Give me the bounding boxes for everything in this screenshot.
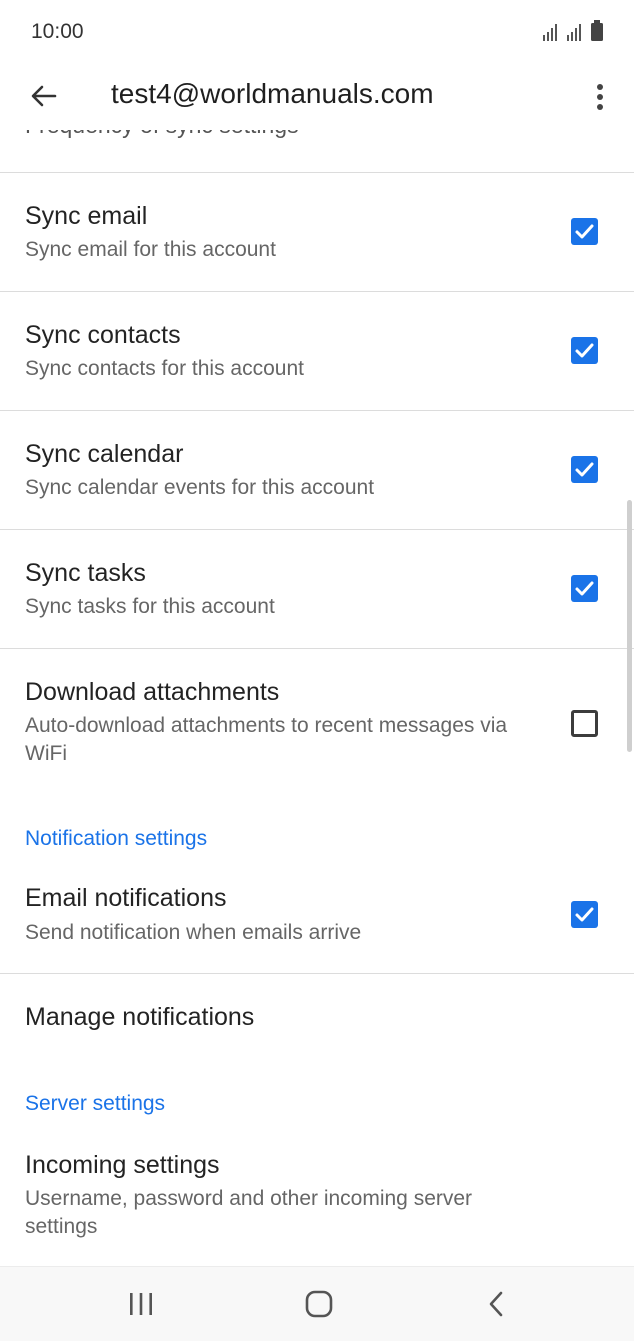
- previous-item-text: Frequency of sync settings: [25, 130, 299, 139]
- home-icon[interactable]: [304, 1289, 334, 1319]
- item-subtitle: Sync email for this account: [25, 238, 276, 261]
- checkbox-checked-icon[interactable]: [571, 901, 598, 928]
- checkbox-checked-icon[interactable]: [571, 337, 598, 364]
- server-settings-header: Server settings: [25, 1092, 166, 1115]
- download-attachments-item[interactable]: Download attachments Auto-download attac…: [0, 648, 634, 780]
- signal-icon: [543, 24, 557, 41]
- app-bar: test4@worldmanuals.com: [0, 64, 634, 130]
- email-notifications-item[interactable]: Email notifications Send notification wh…: [0, 856, 634, 973]
- navigation-bar: [0, 1266, 634, 1341]
- manage-notifications-item[interactable]: Manage notifications: [0, 973, 634, 1073]
- checkbox-unchecked-icon[interactable]: [571, 710, 598, 737]
- item-title: Manage notifications: [25, 1003, 255, 1031]
- sync-tasks-item[interactable]: Sync tasks Sync tasks for this account: [0, 529, 634, 648]
- item-subtitle: Sync tasks for this account: [25, 595, 275, 618]
- arrow-back-icon[interactable]: [28, 80, 60, 112]
- item-subtitle: Username, password and other incoming se…: [25, 1187, 473, 1238]
- sync-calendar-item[interactable]: Sync calendar Sync calendar events for t…: [0, 410, 634, 529]
- recents-icon[interactable]: [127, 1291, 155, 1317]
- checkbox-checked-icon[interactable]: [571, 218, 598, 245]
- item-title: Sync email: [25, 202, 148, 230]
- item-subtitle: Sync contacts for this account: [25, 357, 304, 380]
- item-subtitle: Send notification when emails arrive: [25, 921, 362, 944]
- settings-list[interactable]: Frequency of sync settings Sync email Sy…: [0, 130, 634, 1266]
- sync-contacts-item[interactable]: Sync contacts Sync contacts for this acc…: [0, 291, 634, 410]
- system-icons: [542, 20, 604, 42]
- item-title: Email notifications: [25, 884, 227, 912]
- item-title: Download attachments: [25, 678, 280, 706]
- item-title: Incoming settings: [25, 1151, 220, 1179]
- notification-settings-header: Notification settings: [25, 827, 208, 850]
- checkbox-checked-icon[interactable]: [571, 575, 598, 602]
- nav-back-icon[interactable]: [484, 1289, 508, 1319]
- status-bar: 10:00: [0, 0, 634, 64]
- scrollbar[interactable]: [627, 500, 632, 752]
- item-title: Sync tasks: [25, 559, 146, 587]
- item-subtitle: Auto-download attachments to recent mess…: [25, 714, 508, 765]
- battery-icon: [591, 20, 603, 41]
- incoming-settings-item[interactable]: Incoming settings Username, password and…: [0, 1121, 634, 1266]
- sync-email-item[interactable]: Sync email Sync email for this account: [0, 172, 634, 291]
- page-title: test4@worldmanuals.com: [111, 78, 434, 109]
- status-time: 10:00: [31, 20, 84, 43]
- more-vert-icon[interactable]: [588, 82, 612, 112]
- signal-icon-2: [567, 24, 581, 41]
- item-title: Sync calendar: [25, 440, 184, 468]
- item-title: Sync contacts: [25, 321, 181, 349]
- item-subtitle: Sync calendar events for this account: [25, 476, 375, 499]
- checkbox-checked-icon[interactable]: [571, 456, 598, 483]
